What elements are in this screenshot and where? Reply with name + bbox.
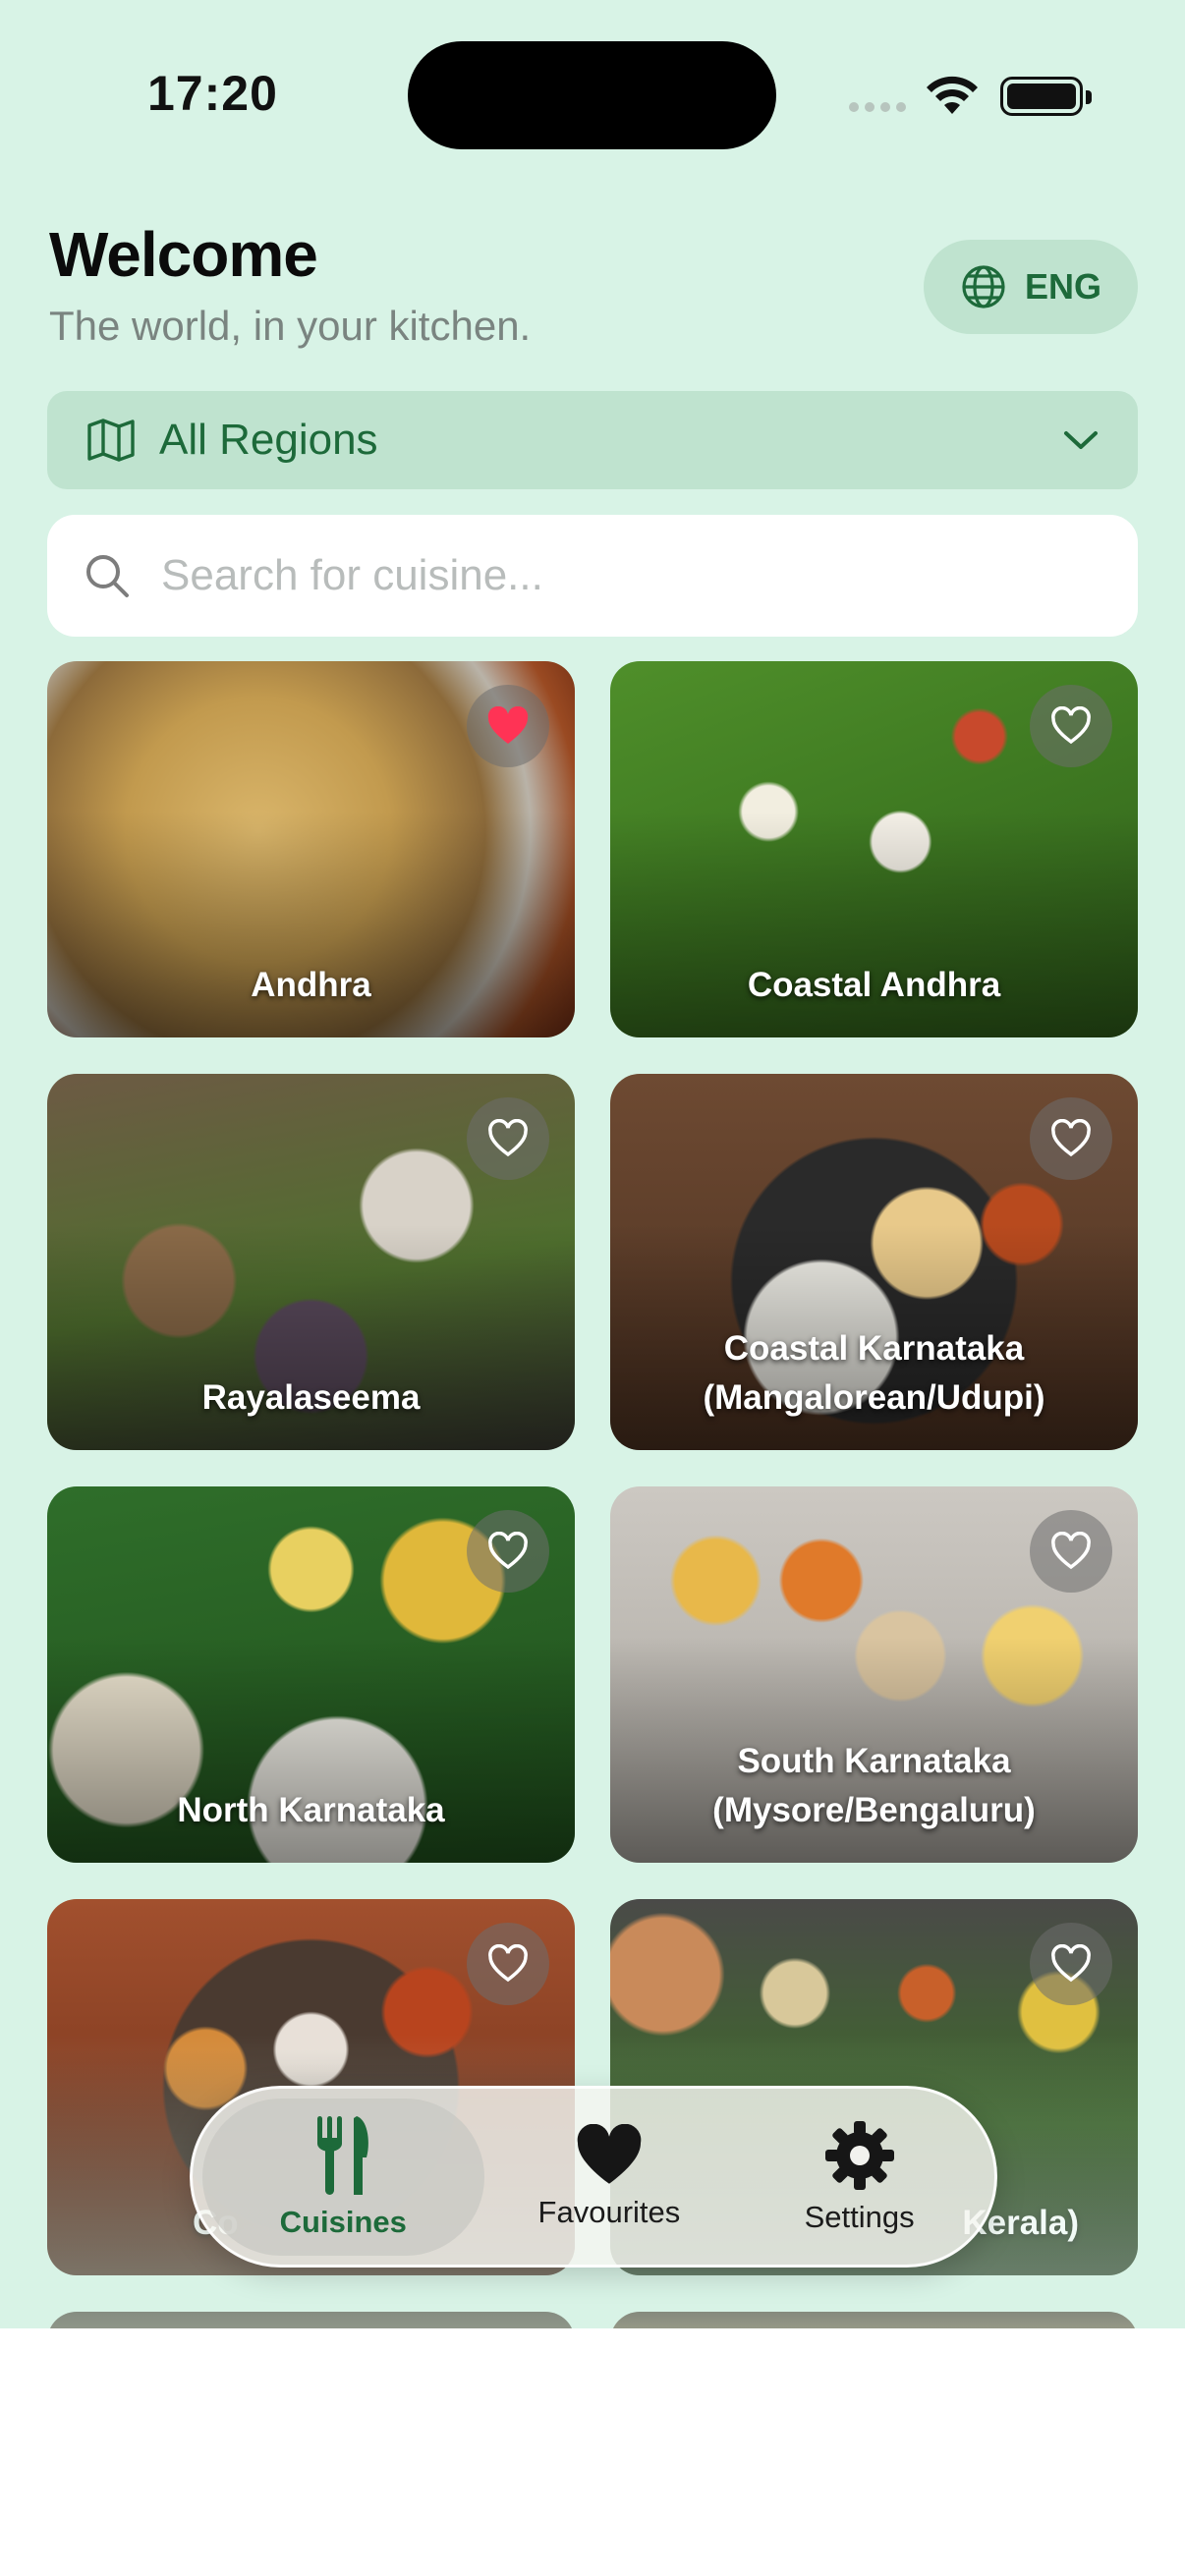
cuisine-name: Coastal Karnataka (Mangalorean/Udupi)	[703, 1329, 1045, 1417]
heart-outline-icon	[488, 1944, 528, 1983]
tab-label: Cuisines	[279, 2204, 407, 2239]
cuisine-card[interactable]: South Karnataka (Mysore/Bengaluru)	[610, 1486, 1138, 1863]
search-icon	[86, 555, 129, 597]
language-label: ENG	[1024, 266, 1101, 307]
tab-favourites[interactable]: Favourites	[484, 2099, 735, 2256]
heart-outline-icon	[1051, 1119, 1091, 1157]
cuisine-card[interactable]	[610, 2312, 1138, 2328]
dynamic-island	[408, 41, 776, 149]
cuisine-card[interactable]: Rayalaseema	[47, 1074, 575, 1450]
heart-outline-icon	[1051, 1944, 1091, 1983]
cuisine-photo	[47, 2312, 575, 2328]
map-icon	[87, 419, 135, 462]
region-dropdown-label: All Regions	[159, 416, 378, 464]
status-time: 17:20	[147, 66, 278, 121]
globe-icon	[962, 265, 1005, 308]
tab-settings[interactable]: Settings	[734, 2099, 985, 2256]
page-subtitle: The world, in your kitchen.	[49, 303, 532, 349]
wifi-icon	[927, 76, 978, 114]
cuisine-card[interactable]: Andhra	[47, 661, 575, 1037]
tab-label: Settings	[804, 2199, 915, 2234]
search-input[interactable]	[161, 551, 1100, 600]
fork-knife-icon	[317, 2115, 369, 2195]
battery-icon	[1000, 77, 1092, 116]
app-screen: 17:20 Welcome The world, in your kitchen…	[0, 0, 1185, 2328]
region-dropdown[interactable]: All Regions	[47, 391, 1138, 489]
favorite-toggle[interactable]	[1030, 1510, 1112, 1593]
cuisine-card[interactable]	[47, 2312, 575, 2328]
favorite-toggle[interactable]	[467, 1510, 549, 1593]
heart-icon	[577, 2123, 642, 2184]
cellular-signal-icon	[849, 102, 906, 112]
cuisine-card[interactable]: North Karnataka	[47, 1486, 575, 1863]
search-bar[interactable]	[47, 515, 1138, 637]
language-button[interactable]: ENG	[924, 240, 1138, 334]
tab-bar: Cuisines Favourites Settings	[190, 2086, 997, 2268]
cuisine-card[interactable]: Coastal Andhra	[610, 661, 1138, 1037]
cuisine-name: Coastal Andhra	[747, 966, 1001, 1004]
gear-icon	[824, 2120, 894, 2190]
favorite-toggle[interactable]	[467, 1923, 549, 2005]
favorite-toggle[interactable]	[467, 1097, 549, 1180]
chevron-down-icon	[1064, 431, 1098, 449]
heart-filled-icon	[487, 706, 529, 744]
favorite-toggle[interactable]	[1030, 1097, 1112, 1180]
favorite-toggle[interactable]	[467, 685, 549, 767]
cuisine-name: Andhra	[251, 966, 371, 1004]
tab-cuisines[interactable]: Cuisines	[202, 2098, 484, 2256]
favorite-toggle[interactable]	[1030, 1923, 1112, 2005]
favorite-toggle[interactable]	[1030, 685, 1112, 767]
heart-outline-icon	[1051, 706, 1091, 745]
cuisine-name: North Karnataka	[177, 1791, 445, 1829]
heart-outline-icon	[1051, 1532, 1091, 1570]
page-title: Welcome	[49, 219, 318, 290]
cuisine-card[interactable]: Coastal Karnataka (Mangalorean/Udupi)	[610, 1074, 1138, 1450]
heart-outline-icon	[488, 1119, 528, 1157]
cuisine-photo	[610, 2312, 1138, 2328]
heart-outline-icon	[488, 1532, 528, 1570]
cuisine-name: Rayalaseema	[201, 1378, 421, 1417]
tab-label: Favourites	[537, 2194, 681, 2229]
cuisine-name: South Karnataka (Mysore/Bengaluru)	[712, 1742, 1036, 1829]
